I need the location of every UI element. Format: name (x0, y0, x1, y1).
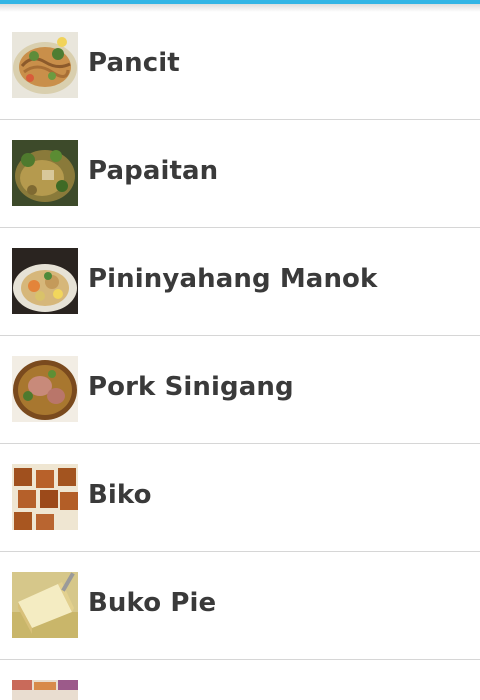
biko-thumbnail (12, 464, 78, 530)
list-item[interactable] (0, 660, 480, 700)
list-item[interactable]: Pininyahang Manok (0, 228, 480, 336)
list-item[interactable]: Buko Pie (0, 552, 480, 660)
pancit-thumbnail (12, 32, 78, 98)
recipe-name: Buko Pie (88, 588, 217, 618)
recipe-name: Pininyahang Manok (88, 264, 378, 294)
recipe-name: Pancit (88, 48, 180, 78)
pork-sinigang-thumbnail (12, 356, 78, 422)
top-bar-shadow (0, 4, 480, 12)
pininyahang-manok-thumbnail (12, 248, 78, 314)
recipe-name: Biko (88, 480, 152, 510)
partial-thumbnail (12, 680, 78, 700)
recipe-name: Pork Sinigang (88, 372, 294, 402)
list-item[interactable]: Biko (0, 444, 480, 552)
list-item[interactable]: Pancit (0, 12, 480, 120)
recipe-list[interactable]: Pancit Papaitan Pininyahang Manok Pork S… (0, 12, 480, 700)
list-item[interactable]: Papaitan (0, 120, 480, 228)
list-item[interactable]: Pork Sinigang (0, 336, 480, 444)
papaitan-thumbnail (12, 140, 78, 206)
buko-pie-thumbnail (12, 572, 78, 638)
recipe-name: Papaitan (88, 156, 219, 186)
